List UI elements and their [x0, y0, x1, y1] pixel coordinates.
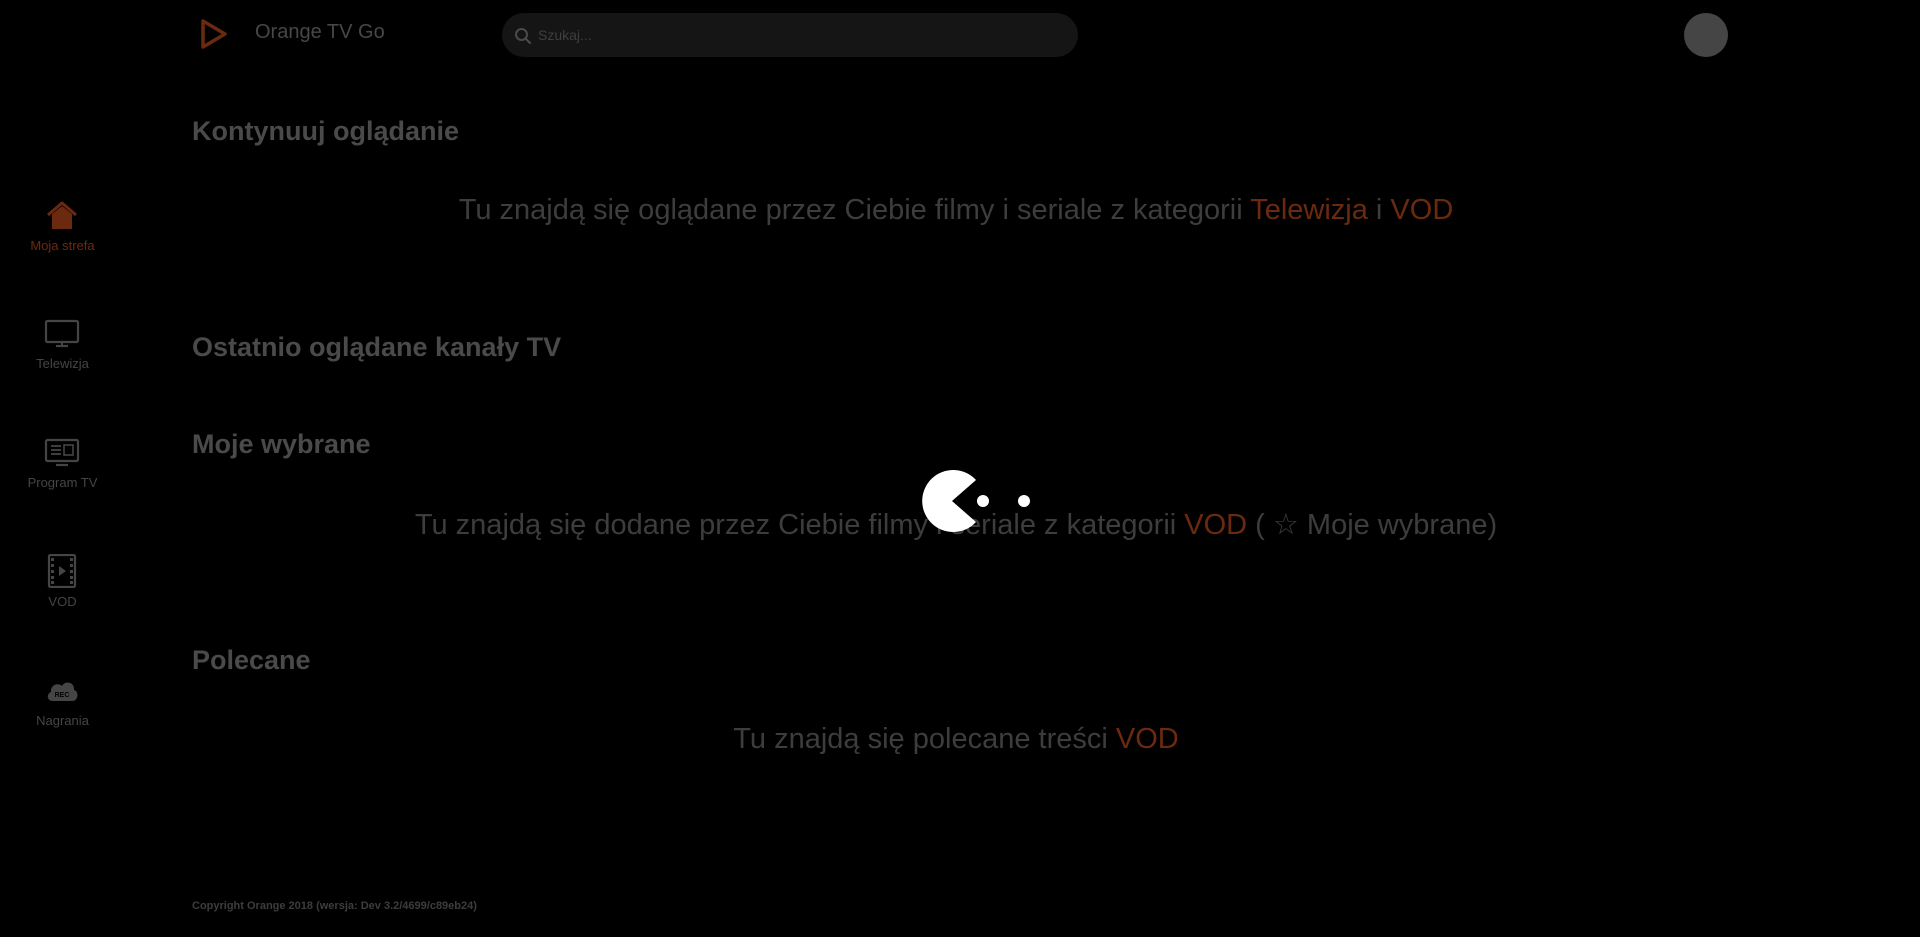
footer-copyright: Copyright Orange 2018 (wersja: Dev 3.2/4…: [192, 900, 477, 912]
empty-message-text: i: [1367, 194, 1391, 226]
empty-message-text: Tu znajdą się oglądane przez Ciebie film…: [458, 194, 1251, 226]
sidebar-item-telewizja[interactable]: Telewizja: [0, 308, 125, 382]
sidebar-item-vod[interactable]: VOD: [0, 546, 125, 620]
empty-message-text: Tu znajdą się dodane przez Ciebie filmy …: [414, 509, 1185, 541]
sidebar-item-label: Moja strefa: [30, 238, 95, 253]
top-header: Orange TV Go: [0, 0, 1920, 70]
continue-watching-empty-message: Tu znajdą się oglądane przez Ciebie film…: [192, 194, 1720, 227]
app-title[interactable]: Orange TV Go: [255, 21, 385, 44]
link-telewizja[interactable]: Telewizja: [1250, 194, 1368, 226]
home-icon: [47, 201, 77, 229]
sidebar-item-label: VOD: [48, 594, 77, 609]
tv-guide-icon: [44, 438, 80, 467]
tv-icon: [44, 319, 80, 348]
pacman-loader-icon: [922, 470, 1030, 532]
section-title-recent-channels: Ostatnio oglądane kanały TV: [192, 332, 562, 362]
rec-cloud-icon: REC: [47, 682, 78, 701]
sidebar-item-label: Telewizja: [36, 356, 89, 371]
svg-text:REC: REC: [55, 692, 70, 699]
empty-message-text: Tu znajdą się polecane treści: [733, 723, 1116, 755]
section-title-recommended: Polecane: [192, 645, 311, 675]
play-triangle-icon[interactable]: [198, 18, 228, 50]
app-root: Orange TV Go Moja strefa Telewizj: [0, 0, 1920, 937]
sidebar-item-label: Program TV: [27, 475, 98, 490]
sidebar-item-moja-strefa[interactable]: Moja strefa: [0, 190, 125, 264]
sidebar-item-program-tv[interactable]: Program TV: [0, 427, 125, 501]
link-vod[interactable]: VOD: [1390, 194, 1453, 226]
empty-message-text: ( ☆ Moje wybrane): [1247, 509, 1498, 541]
film-icon: [47, 554, 77, 588]
sidebar-item-label: Nagrania: [36, 713, 89, 728]
search-bar[interactable]: [502, 13, 1078, 57]
avatar[interactable]: [1684, 13, 1728, 57]
section-title-continue-watching: Kontynuuj oglądanie: [192, 116, 459, 146]
recommended-empty-message: Tu znajdą się polecane treści VOD: [192, 723, 1720, 756]
search-icon: [515, 28, 532, 45]
link-vod[interactable]: VOD: [1184, 509, 1247, 541]
link-vod[interactable]: VOD: [1116, 723, 1179, 755]
section-title-favourites: Moje wybrane: [192, 429, 371, 459]
sidebar-item-nagrania[interactable]: REC Nagrania: [0, 665, 125, 739]
search-input[interactable]: [538, 13, 1058, 57]
